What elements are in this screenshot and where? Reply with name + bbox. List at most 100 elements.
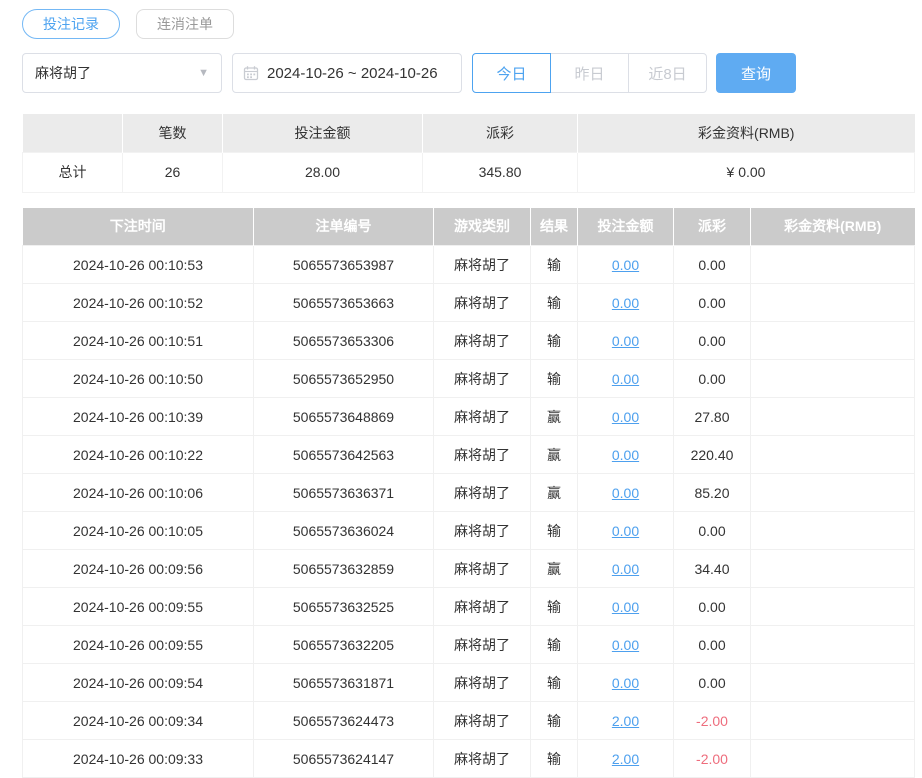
bet-amount-link[interactable]: 0.00 [612, 523, 639, 539]
order-no-cell: 5065573631871 [254, 664, 434, 702]
payout-cell: 0.00 [674, 284, 751, 322]
result-cell: 输 [531, 512, 578, 550]
order-no-cell: 5065573652950 [254, 360, 434, 398]
bet-time-cell: 2024-10-26 00:10:53 [23, 246, 254, 284]
payout-cell: 0.00 [674, 512, 751, 550]
payout-cell: 27.80 [674, 398, 751, 436]
quick-range-today-button[interactable]: 今日 [472, 53, 551, 93]
bonus-cell [751, 664, 915, 702]
payout-cell: 0.00 [674, 360, 751, 398]
game-type-cell: 麻将胡了 [434, 702, 531, 740]
payout-cell: 220.40 [674, 436, 751, 474]
order-no-cell: 5065573636024 [254, 512, 434, 550]
bet-amount-link[interactable]: 2.00 [612, 713, 639, 729]
bet-time-cell: 2024-10-26 00:09:54 [23, 664, 254, 702]
date-range-value: 2024-10-26 ~ 2024-10-26 [267, 65, 438, 82]
bet-amount-link[interactable]: 0.00 [612, 599, 639, 615]
bet-amount-cell: 0.00 [578, 588, 674, 626]
payout-cell: 0.00 [674, 322, 751, 360]
payout-cell: 0.00 [674, 626, 751, 664]
table-row: 2024-10-26 00:09:54 5065573631871 麻将胡了 输… [23, 664, 915, 702]
game-type-cell: 麻将胡了 [434, 474, 531, 512]
result-cell: 输 [531, 360, 578, 398]
bet-time-cell: 2024-10-26 00:09:56 [23, 550, 254, 588]
bet-time-cell: 2024-10-26 00:10:52 [23, 284, 254, 322]
summary-total-row: 总计 26 28.00 345.80 ¥ 0.00 [23, 152, 915, 192]
records-header-row: 下注时间 注单编号 游戏类别 结果 投注金额 派彩 彩金资料(RMB) [23, 208, 915, 246]
summary-total-bet-amount: 28.00 [223, 152, 423, 192]
bet-amount-link[interactable]: 0.00 [612, 637, 639, 653]
order-no-cell: 5065573653987 [254, 246, 434, 284]
game-type-cell: 麻将胡了 [434, 246, 531, 284]
bet-amount-cell: 0.00 [578, 322, 674, 360]
result-cell: 输 [531, 664, 578, 702]
payout-cell: 0.00 [674, 588, 751, 626]
result-cell: 输 [531, 740, 578, 778]
order-no-cell: 5065573632525 [254, 588, 434, 626]
summary-header-count: 笔数 [123, 114, 223, 152]
betting-records-page: 投注记录 连消注单 麻将胡了 ▼ [0, 0, 922, 778]
order-no-cell: 5065573632205 [254, 626, 434, 664]
tab-cancelled-orders[interactable]: 连消注单 [136, 9, 234, 39]
bet-amount-link[interactable]: 0.00 [612, 295, 639, 311]
table-row: 2024-10-26 00:10:50 5065573652950 麻将胡了 输… [23, 360, 915, 398]
table-row: 2024-10-26 00:10:51 5065573653306 麻将胡了 输… [23, 322, 915, 360]
bet-amount-link[interactable]: 0.00 [612, 675, 639, 691]
bet-time-cell: 2024-10-26 00:10:05 [23, 512, 254, 550]
date-range-picker[interactable]: 2024-10-26 ~ 2024-10-26 [232, 53, 462, 93]
game-select[interactable]: 麻将胡了 ▼ [22, 53, 222, 93]
result-cell: 输 [531, 246, 578, 284]
bonus-cell [751, 740, 915, 778]
bonus-cell [751, 246, 915, 284]
bet-time-cell: 2024-10-26 00:09:33 [23, 740, 254, 778]
table-row: 2024-10-26 00:09:34 5065573624473 麻将胡了 输… [23, 702, 915, 740]
bet-amount-cell: 2.00 [578, 702, 674, 740]
order-no-cell: 5065573653663 [254, 284, 434, 322]
table-row: 2024-10-26 00:10:53 5065573653987 麻将胡了 输… [23, 246, 915, 284]
search-button[interactable]: 查询 [716, 53, 796, 93]
bet-amount-link[interactable]: 0.00 [612, 561, 639, 577]
summary-total-count: 26 [123, 152, 223, 192]
bet-time-cell: 2024-10-26 00:10:39 [23, 398, 254, 436]
quick-range-yesterday-button[interactable]: 昨日 [550, 53, 629, 93]
bet-amount-link[interactable]: 0.00 [612, 485, 639, 501]
bet-amount-link[interactable]: 2.00 [612, 751, 639, 767]
bet-amount-cell: 0.00 [578, 284, 674, 322]
summary-header-row: 笔数 投注金额 派彩 彩金资料(RMB) [23, 114, 915, 152]
quick-range-last8days-button[interactable]: 近8日 [628, 53, 707, 93]
game-type-cell: 麻将胡了 [434, 512, 531, 550]
result-cell: 输 [531, 626, 578, 664]
order-no-cell: 5065573642563 [254, 436, 434, 474]
bet-amount-link[interactable]: 0.00 [612, 333, 639, 349]
payout-cell: 0.00 [674, 664, 751, 702]
result-cell: 赢 [531, 436, 578, 474]
bet-amount-link[interactable]: 0.00 [612, 371, 639, 387]
bet-amount-link[interactable]: 0.00 [612, 409, 639, 425]
bet-time-cell: 2024-10-26 00:10:22 [23, 436, 254, 474]
records-header-game-type: 游戏类别 [434, 208, 531, 246]
bet-amount-cell: 0.00 [578, 246, 674, 284]
records-header-order-no: 注单编号 [254, 208, 434, 246]
order-no-cell: 5065573636371 [254, 474, 434, 512]
game-type-cell: 麻将胡了 [434, 626, 531, 664]
tab-cancelled-orders-label: 连消注单 [157, 14, 213, 34]
table-row: 2024-10-26 00:10:52 5065573653663 麻将胡了 输… [23, 284, 915, 322]
payout-cell: -2.00 [674, 702, 751, 740]
order-no-cell: 5065573648869 [254, 398, 434, 436]
bonus-cell [751, 474, 915, 512]
tabs-row: 投注记录 连消注单 [22, 8, 915, 40]
bet-amount-cell: 0.00 [578, 550, 674, 588]
bonus-cell [751, 626, 915, 664]
bet-amount-cell: 0.00 [578, 474, 674, 512]
table-row: 2024-10-26 00:09:56 5065573632859 麻将胡了 赢… [23, 550, 915, 588]
game-type-cell: 麻将胡了 [434, 436, 531, 474]
game-type-cell: 麻将胡了 [434, 322, 531, 360]
result-cell: 赢 [531, 398, 578, 436]
bet-amount-link[interactable]: 0.00 [612, 257, 639, 273]
records-header-bet-time: 下注时间 [23, 208, 254, 246]
tab-betting-records[interactable]: 投注记录 [22, 9, 120, 39]
records-table: 下注时间 注单编号 游戏类别 结果 投注金额 派彩 彩金资料(RMB) 2024… [22, 208, 915, 778]
filter-row: 麻将胡了 ▼ 2024-10-26 ~ 2024-10-26 [22, 53, 915, 93]
table-row: 2024-10-26 00:10:06 5065573636371 麻将胡了 赢… [23, 474, 915, 512]
bet-amount-link[interactable]: 0.00 [612, 447, 639, 463]
